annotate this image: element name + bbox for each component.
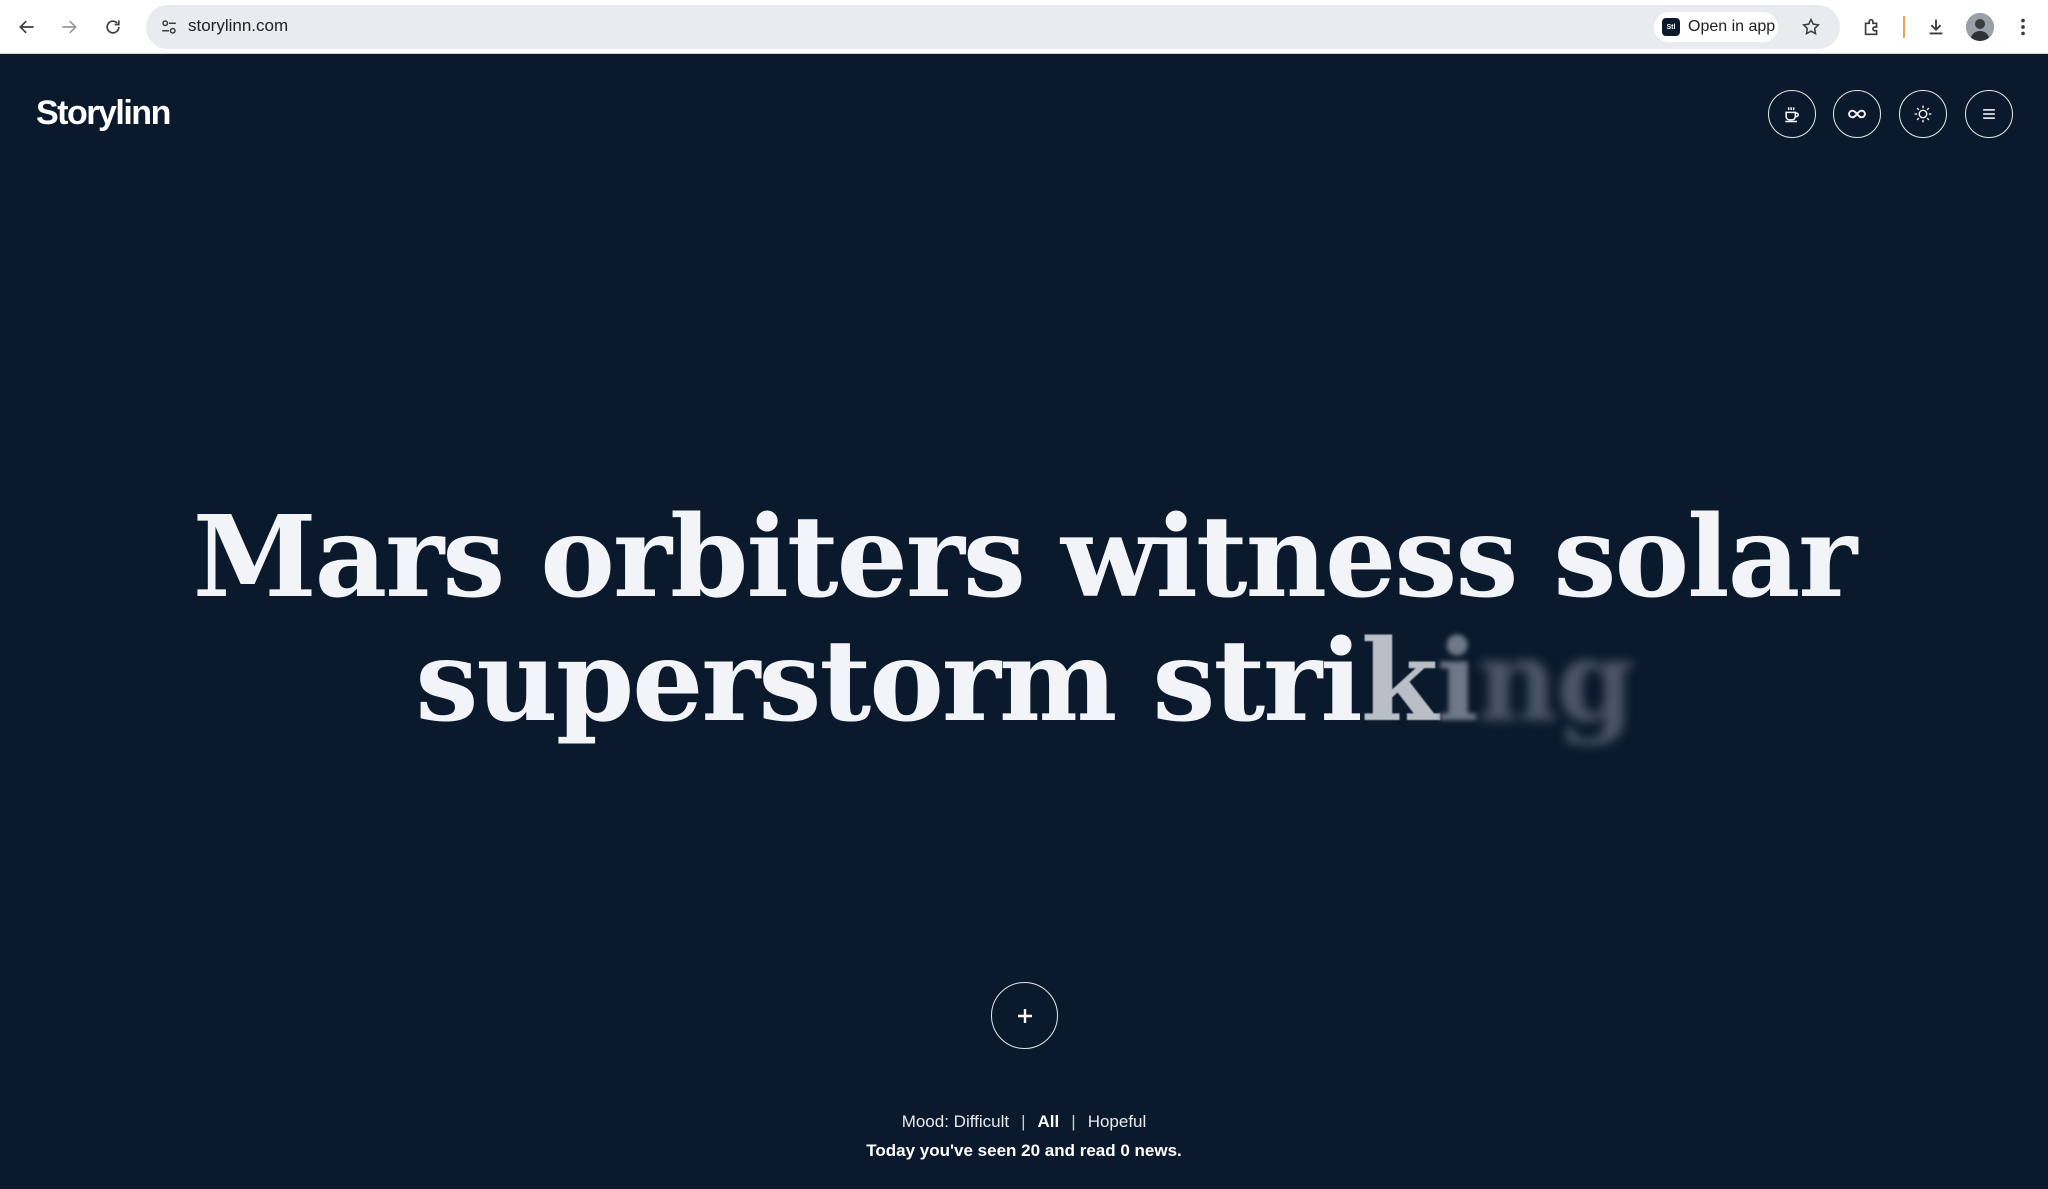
- reload-icon: [106, 20, 120, 34]
- infinity-icon: [1848, 109, 1866, 119]
- download-icon[interactable]: [1919, 10, 1953, 44]
- open-in-app-button[interactable]: Stl Open in app: [1654, 12, 1778, 42]
- infinity-button[interactable]: [1833, 90, 1881, 138]
- mood-filter: Mood: Difficult | All | Hopeful: [0, 1112, 2048, 1132]
- site-info-icon[interactable]: [154, 12, 184, 42]
- headline-fading-text: ng: [1476, 616, 1635, 747]
- theme-toggle-button[interactable]: [1899, 90, 1947, 138]
- menu-button[interactable]: [1965, 90, 2013, 138]
- mood-separator: |: [1021, 1112, 1026, 1131]
- coffee-button[interactable]: [1768, 90, 1816, 138]
- headline-fading-text: i: [1436, 616, 1479, 747]
- bookmark-star-icon[interactable]: [1796, 12, 1826, 42]
- coffee-icon: [1785, 107, 1799, 123]
- theme-sun-icon: [1914, 105, 1932, 123]
- browser-menu-icon[interactable]: [2006, 10, 2040, 44]
- expand-story-button[interactable]: [991, 982, 1058, 1049]
- person-icon: [1966, 13, 1994, 41]
- app-badge-icon: Stl: [1662, 18, 1680, 36]
- open-in-app-label: Open in app: [1688, 18, 1776, 35]
- toolbar-divider: [1903, 16, 1905, 38]
- browser-toolbar: storylinn.com Stl Open in app: [0, 0, 2048, 54]
- reading-stats: Today you've seen 20 and read 0 news.: [866, 1141, 1182, 1160]
- mood-option-hopeful[interactable]: Hopeful: [1088, 1112, 1147, 1131]
- mood-separator: |: [1071, 1112, 1076, 1131]
- site-logo[interactable]: Storylinn: [36, 94, 171, 133]
- arrow-left-icon: [19, 20, 34, 34]
- menu-icon: [1983, 109, 1995, 119]
- back-button[interactable]: [10, 10, 44, 44]
- profile-avatar[interactable]: [1966, 13, 1994, 41]
- mood-prefix: Mood:: [901, 1112, 949, 1131]
- plus-icon: [1017, 1008, 1032, 1023]
- mood-option-all[interactable]: All: [1038, 1112, 1060, 1131]
- news-headline[interactable]: Mars orbiters witness solar superstorm s…: [124, 496, 1924, 744]
- mood-option-difficult[interactable]: Difficult: [954, 1112, 1009, 1131]
- storylinn-page: Storylinn Mars orbiters witness solar su…: [0, 54, 2048, 1189]
- forward-button[interactable]: [52, 10, 86, 44]
- url-text[interactable]: storylinn.com: [188, 16, 288, 36]
- extensions-icon[interactable]: [1855, 10, 1889, 44]
- headline-fading-text: k: [1360, 616, 1439, 747]
- reload-button[interactable]: [96, 10, 130, 44]
- address-bar[interactable]: storylinn.com Stl Open in app: [146, 5, 1840, 49]
- arrow-right-icon: [62, 20, 77, 34]
